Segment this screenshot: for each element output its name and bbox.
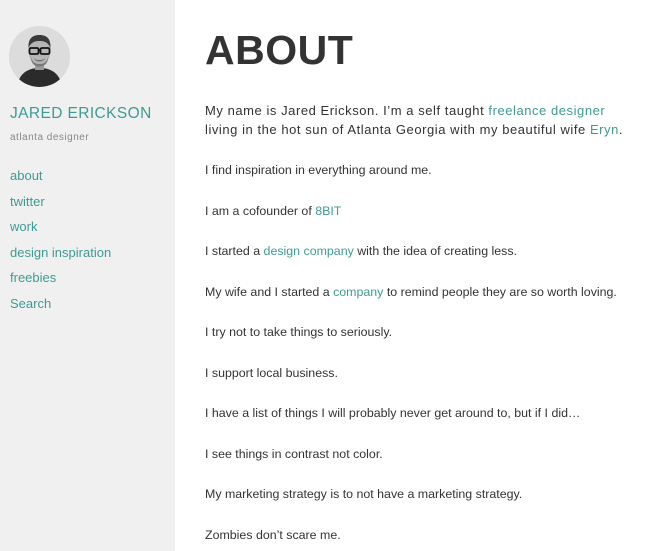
nav-link-freebies[interactable]: freebies [10, 270, 56, 285]
nav-link-design-inspiration[interactable]: design inspiration [10, 245, 111, 260]
statement-text: My wife and I started a [205, 285, 334, 299]
site-name[interactable]: JARED ERICKSON [10, 105, 152, 123]
avatar-portrait-icon [9, 26, 70, 87]
about-statement: I have a list of things I will probably … [205, 404, 580, 422]
statement-text: to remind people they are so worth lovin… [383, 285, 617, 299]
8bit-link[interactable]: 8BIT [315, 204, 341, 218]
about-statement: I find inspiration in everything around … [205, 161, 432, 179]
statement-text: My marketing strategy is to not have a m… [205, 487, 523, 501]
intro-paragraph: My name is Jared Erickson. I’m a self ta… [205, 101, 665, 139]
sidebar-nav-item: work [10, 218, 111, 244]
about-statement: My wife and I started a company to remin… [205, 283, 617, 301]
statement-text: I try not to take things to seriously. [205, 325, 393, 339]
statement-text: I see things in contrast not color. [205, 447, 383, 461]
statement-text: I am a cofounder of [205, 204, 316, 218]
intro-text: living in the hot sun of Atlanta Georgia… [205, 122, 590, 137]
design-company-link[interactable]: design company [264, 244, 354, 258]
company-link[interactable]: company [333, 285, 383, 299]
about-statement: I am a cofounder of 8BIT [205, 202, 341, 220]
about-statement: I try not to take things to seriously. [205, 323, 392, 341]
about-statement: I started a design company with the idea… [205, 242, 517, 260]
sidebar-nav-item: freebies [10, 269, 111, 295]
page-title: ABOUT [205, 27, 354, 73]
site-tagline: atlanta designer [10, 132, 90, 143]
intro-text: My name is Jared Erickson. I’m a self ta… [205, 103, 489, 118]
sidebar-nav-item: Search [10, 295, 111, 321]
nav-link-about[interactable]: about [10, 168, 43, 183]
about-statement: I support local business. [205, 364, 338, 382]
sidebar-nav-item: twitter [10, 193, 111, 219]
statement-text: I support local business. [205, 366, 338, 380]
sidebar-nav-item: design inspiration [10, 244, 111, 270]
statement-text: I find inspiration in everything around … [205, 163, 432, 177]
statement-text: Zombies don’t scare me. [205, 528, 341, 542]
sidebar: JARED ERICKSON atlanta designer about tw… [0, 0, 175, 551]
sidebar-nav: about twitter work design inspiration fr… [10, 167, 111, 321]
intro-text: . [618, 122, 624, 137]
about-statement: I see things in contrast not color. [205, 445, 383, 463]
sidebar-nav-item: about [10, 167, 111, 193]
statement-text: with the idea of creating less. [353, 244, 518, 258]
eryn-link[interactable]: Eryn [590, 122, 619, 137]
nav-link-work[interactable]: work [10, 219, 37, 234]
statement-text: I have a list of things I will probably … [205, 406, 581, 420]
about-statement: Zombies don’t scare me. [205, 526, 341, 544]
nav-link-twitter[interactable]: twitter [10, 194, 45, 209]
avatar[interactable] [9, 26, 70, 87]
about-statement: My marketing strategy is to not have a m… [205, 485, 522, 503]
statement-text: I started a [205, 244, 264, 258]
freelance-designer-link[interactable]: freelance designer [488, 103, 605, 118]
nav-link-search[interactable]: Search [10, 296, 51, 311]
